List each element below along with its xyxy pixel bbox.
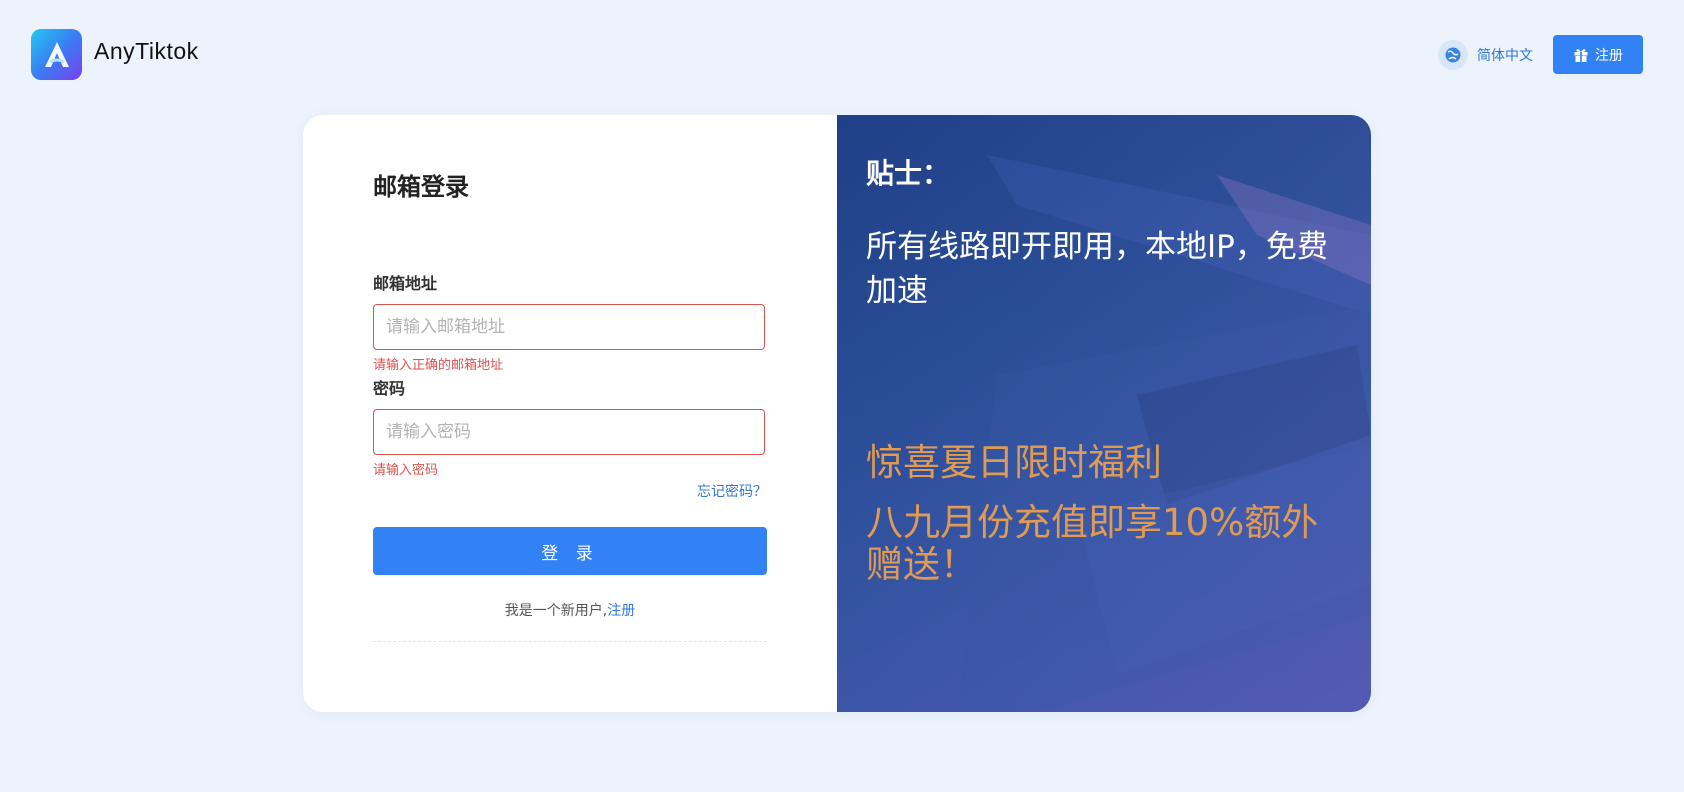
email-error: 请输入正确的邮箱地址 <box>373 358 504 373</box>
login-title: 邮箱登录 <box>373 173 469 201</box>
divider <box>373 641 767 642</box>
globe-icon <box>1438 40 1468 70</box>
forgot-password-link[interactable]: 忘记密码？ <box>697 481 767 501</box>
password-label: 密码 <box>373 379 406 398</box>
promo-text: 八九月份充值即享10%额外赠送！ <box>866 501 1319 586</box>
email-label: 邮箱地址 <box>373 274 438 293</box>
new-user-text: 我是一个新用户, <box>504 603 608 619</box>
password-field[interactable] <box>373 409 765 455</box>
password-error: 请输入密码 <box>373 463 439 478</box>
promo-title: 惊喜夏日限时福利 <box>866 441 1162 484</box>
email-field[interactable] <box>373 304 765 350</box>
header: AnyTiktok 简体中文 注册 <box>0 0 1684 110</box>
logo-a-icon[interactable] <box>31 29 82 80</box>
login-form-panel: 邮箱登录 邮箱地址 请输入正确的邮箱地址 密码 请输入密码 忘记密码？ 登 录 … <box>303 115 837 712</box>
gift-icon <box>1573 47 1589 63</box>
register-button-label: 注册 <box>1595 47 1623 64</box>
login-card: 邮箱登录 邮箱地址 请输入正确的邮箱地址 密码 请输入密码 忘记密码？ 登 录 … <box>303 115 1371 712</box>
tips-title: 贴士： <box>866 157 951 190</box>
new-user-prompt: 我是一个新用户,注册 <box>373 600 767 620</box>
login-button[interactable]: 登 录 <box>373 527 767 575</box>
register-button[interactable]: 注册 <box>1553 35 1643 74</box>
register-link[interactable]: 注册 <box>607 603 635 619</box>
laptop-background-image <box>837 115 1371 712</box>
tips-text: 所有线路即开即用，本地IP，免费加速 <box>866 229 1328 309</box>
tips-panel <box>837 115 1371 712</box>
brand-name[interactable]: AnyTiktok <box>94 38 199 65</box>
language-label: 简体中文 <box>1477 48 1533 64</box>
language-selector[interactable]: 简体中文 <box>1438 40 1533 70</box>
